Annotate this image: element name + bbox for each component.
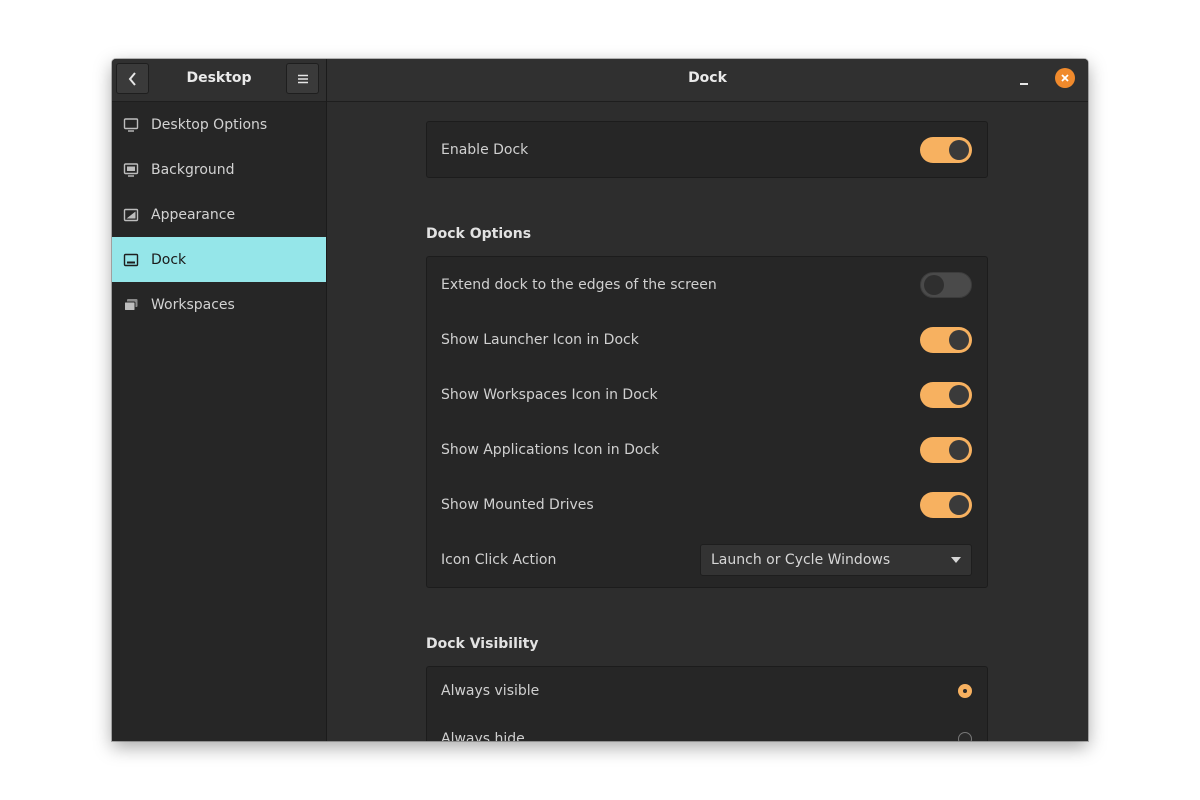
minimize-button[interactable] xyxy=(1018,72,1030,86)
mounted-drives-row: Show Mounted Drives xyxy=(427,477,987,532)
launcher-icon-switch[interactable] xyxy=(920,326,972,353)
launcher-icon-row: Show Launcher Icon in Dock xyxy=(427,312,987,367)
enable-dock-card: Enable Dock xyxy=(426,121,988,178)
visibility-option-label: Always visible xyxy=(441,683,540,699)
image-icon xyxy=(123,162,139,178)
sidebar-item-label: Workspaces xyxy=(151,296,235,313)
switch-knob xyxy=(949,139,969,160)
sidebar-item-background[interactable]: Background xyxy=(112,147,326,192)
close-button[interactable] xyxy=(1055,68,1075,88)
sidebar-item-workspaces[interactable]: Workspaces xyxy=(112,282,326,327)
monitor-icon xyxy=(123,117,139,133)
switch-knob xyxy=(924,274,944,295)
enable-dock-label: Enable Dock xyxy=(441,141,529,158)
applications-icon-row: Show Applications Icon in Dock xyxy=(427,422,987,477)
dock-options-heading: Dock Options xyxy=(426,226,532,242)
appearance-icon xyxy=(123,207,139,223)
close-icon xyxy=(1061,74,1069,82)
dock-options-card: Extend dock to the edges of the screen S… xyxy=(426,256,988,588)
applications-icon-switch[interactable] xyxy=(920,436,972,463)
click-action-dropdown[interactable]: Launch or Cycle Windows xyxy=(700,543,972,576)
sidebar-item-label: Appearance xyxy=(151,206,236,223)
radio-button[interactable] xyxy=(958,732,972,741)
workspaces-icon-row: Show Workspaces Icon in Dock xyxy=(427,367,987,422)
sidebar-item-dock[interactable]: Dock xyxy=(112,237,326,282)
extend-edges-label: Extend dock to the edges of the screen xyxy=(441,276,717,293)
extend-edges-row: Extend dock to the edges of the screen xyxy=(427,257,987,312)
extend-edges-switch[interactable] xyxy=(920,271,972,298)
switch-knob xyxy=(949,384,969,405)
sidebar-item-appearance[interactable]: Appearance xyxy=(112,192,326,237)
radio-button[interactable] xyxy=(958,684,972,698)
sidebar-item-label: Dock xyxy=(151,251,187,268)
visibility-option-label: Always hide xyxy=(441,731,525,741)
click-action-row: Icon Click Action Launch or Cycle Window… xyxy=(427,532,987,587)
sidebar-header: Desktop xyxy=(112,59,326,102)
visibility-option-always-hide[interactable]: Always hide xyxy=(427,715,987,741)
dropdown-arrow-icon xyxy=(951,556,961,563)
switch-knob xyxy=(949,439,969,460)
dock-visibility-heading: Dock Visibility xyxy=(426,636,539,652)
switch-knob xyxy=(949,329,969,350)
main-header: Dock xyxy=(327,59,1088,102)
click-action-label: Icon Click Action xyxy=(441,551,557,568)
switch-knob xyxy=(949,494,969,515)
sidebar: Desktop Desktop Options Background Appea… xyxy=(112,59,327,741)
visibility-option-always-visible[interactable]: Always visible xyxy=(427,667,987,715)
applications-icon-label: Show Applications Icon in Dock xyxy=(441,441,660,458)
sidebar-item-label: Background xyxy=(151,161,235,178)
dock-icon xyxy=(123,252,139,268)
workspaces-icon xyxy=(123,297,139,313)
mounted-drives-label: Show Mounted Drives xyxy=(441,496,594,513)
launcher-icon-label: Show Launcher Icon in Dock xyxy=(441,331,639,348)
sidebar-item-label: Desktop Options xyxy=(151,116,268,133)
enable-dock-switch[interactable] xyxy=(920,136,972,163)
workspaces-icon-label: Show Workspaces Icon in Dock xyxy=(441,386,658,403)
enable-dock-row: Enable Dock xyxy=(427,122,987,177)
main-panel: Dock Enable Dock Dock Options Extend doc… xyxy=(327,59,1088,741)
mounted-drives-switch[interactable] xyxy=(920,491,972,518)
dock-visibility-card: Always visible Always hide xyxy=(426,666,988,741)
menu-button[interactable] xyxy=(286,63,319,94)
click-action-value: Launch or Cycle Windows xyxy=(711,551,891,568)
minimize-icon xyxy=(1020,83,1028,85)
sidebar-item-desktop-options[interactable]: Desktop Options xyxy=(112,102,326,147)
page-title: Dock xyxy=(688,70,727,86)
workspaces-icon-switch[interactable] xyxy=(920,381,972,408)
settings-content: Enable Dock Dock Options Extend dock to … xyxy=(426,121,988,741)
settings-window: Desktop Desktop Options Background Appea… xyxy=(112,59,1088,741)
hamburger-icon xyxy=(297,74,308,83)
